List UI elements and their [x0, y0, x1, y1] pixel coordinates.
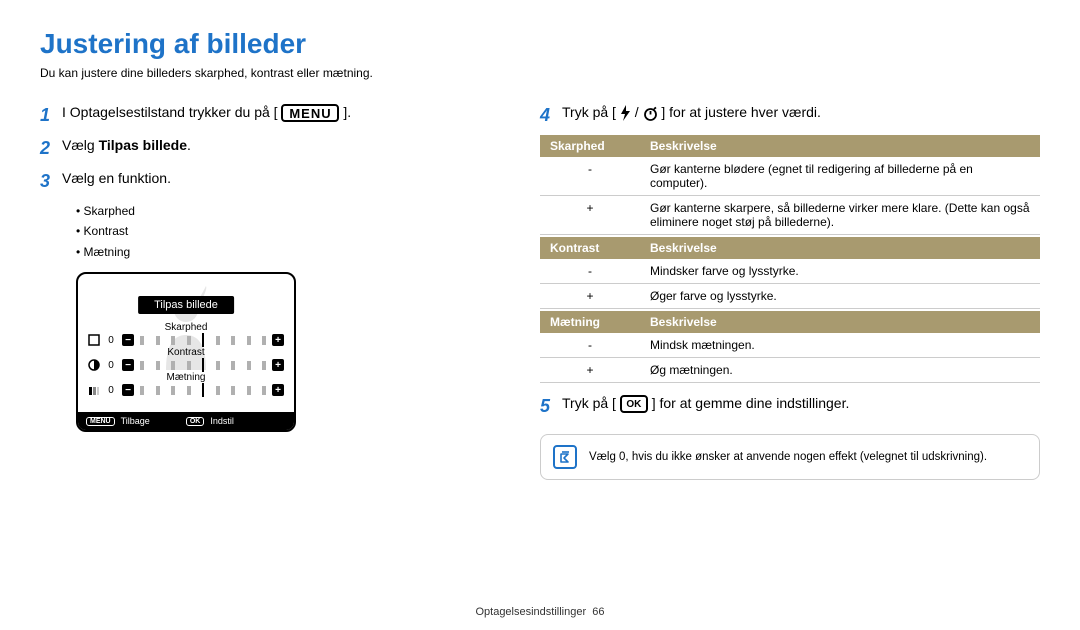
table-header: Kontrast [540, 237, 640, 259]
step-4-pre: Tryk på [ [562, 104, 616, 120]
slider-row: 0 − + [88, 359, 284, 371]
step-4-slash: / [635, 104, 639, 120]
slider-value: 0 [106, 385, 116, 396]
menu-button-graphic: MENU [281, 104, 339, 122]
minus-icon: − [122, 384, 134, 396]
table-row: -Gør kanterne blødere (egnet til rediger… [540, 157, 1040, 196]
plus-icon: + [272, 359, 284, 371]
step-3-text: Vælg en funktion. [62, 168, 171, 189]
table-header: Mætning [540, 311, 640, 333]
page-title: Justering af billeder [40, 28, 1040, 60]
timer-icon [643, 106, 658, 121]
note-icon [553, 445, 577, 469]
slider-ticks [140, 360, 266, 370]
step-2-post: . [187, 137, 191, 153]
table-row: -Mindsk mætningen. [540, 333, 1040, 358]
step-number: 1 [40, 102, 62, 129]
step-2: 2 Vælg Tilpas billede. [40, 135, 470, 162]
table-row: +Øg mætningen. [540, 358, 1040, 383]
list-item: Kontrast [76, 221, 470, 241]
step-number: 2 [40, 135, 62, 162]
description-table: MætningBeskrivelse-Mindsk mætningen.+Øg … [540, 311, 1040, 383]
menu-mini-icon: MENU [86, 417, 115, 426]
sharpness-icon [88, 334, 100, 346]
table-cell-text: Øg mætningen. [640, 358, 1040, 383]
step-1: 1 I Optagelsestilstand trykker du på [ M… [40, 102, 470, 129]
step-number: 4 [540, 102, 562, 129]
table-cell-sign: + [540, 284, 640, 309]
step-2-pre: Vælg [62, 137, 99, 153]
set-label: Indstil [210, 416, 234, 426]
table-header: Skarphed [540, 135, 640, 157]
note-box: Vælg 0, hvis du ikke ønsker at anvende n… [540, 434, 1040, 480]
footer-section: Optagelsesindstillinger [475, 606, 586, 618]
slider-value: 0 [106, 335, 116, 346]
screenshot-title: Tilpas billede [138, 296, 234, 314]
slider-value: 0 [106, 360, 116, 371]
table-row: +Øger farve og lysstyrke. [540, 284, 1040, 309]
step-4: 4 Tryk på [ / ] for at justere hver værd… [540, 102, 1040, 129]
contrast-icon [88, 359, 100, 371]
note-text: Vælg 0, hvis du ikke ønsker at anvende n… [589, 451, 987, 463]
table-cell-sign: - [540, 333, 640, 358]
table-header: Beskrivelse [640, 135, 1040, 157]
table-header: Beskrivelse [640, 311, 1040, 333]
slider-ticks [140, 335, 266, 345]
description-table: KontrastBeskrivelse-Mindsker farve og ly… [540, 237, 1040, 309]
slider-label: Skarphed [88, 322, 284, 333]
table-row: -Mindsker farve og lysstyrke. [540, 259, 1040, 284]
page-subtitle: Du kan justere dine billeders skarphed, … [40, 66, 1040, 80]
page-footer: Optagelsesindstillinger 66 [0, 606, 1080, 618]
ok-button-graphic: OK [620, 395, 648, 413]
step-1-text-pre: I Optagelsestilstand trykker du på [ [62, 104, 278, 120]
slider-ticks [140, 385, 266, 395]
table-cell-sign: - [540, 157, 640, 196]
slider-label: Kontrast [88, 347, 284, 358]
table-cell-text: Mindsk mætningen. [640, 333, 1040, 358]
screenshot-footer: MENU Tilbage OK Indstil [78, 412, 294, 430]
slider-row: 0 − + [88, 384, 284, 396]
step-5-post: ] for at gemme dine indstillinger. [652, 395, 850, 411]
footer-page-number: 66 [592, 606, 604, 618]
description-table: SkarphedBeskrivelse-Gør kanterne blødere… [540, 135, 1040, 235]
step-2-bold: Tilpas billede [99, 137, 187, 153]
back-label: Tilbage [121, 416, 150, 426]
flash-icon [620, 105, 631, 121]
bullet-list: Skarphed Kontrast Mætning [76, 201, 470, 262]
minus-icon: − [122, 359, 134, 371]
step-1-text-post: ]. [343, 104, 351, 120]
table-cell-text: Mindsker farve og lysstyrke. [640, 259, 1040, 284]
slider-label: Mætning [88, 372, 284, 383]
ok-mini-icon: OK [186, 417, 205, 426]
menu-label: MENU [289, 104, 331, 124]
table-cell-text: Øger farve og lysstyrke. [640, 284, 1040, 309]
step-number: 3 [40, 168, 62, 195]
step-5-pre: Tryk på [ [562, 395, 616, 411]
saturation-icon [88, 384, 100, 396]
table-cell-sign: + [540, 358, 640, 383]
plus-icon: + [272, 334, 284, 346]
step-3: 3 Vælg en funktion. [40, 168, 470, 195]
minus-icon: − [122, 334, 134, 346]
table-cell-sign: - [540, 259, 640, 284]
list-item: Skarphed [76, 201, 470, 221]
table-cell-sign: + [540, 196, 640, 235]
step-4-post: ] for at justere hver værdi. [661, 104, 821, 120]
step-5: 5 Tryk på [ OK ] for at gemme dine indst… [540, 393, 1040, 420]
table-cell-text: Gør kanterne blødere (egnet til redigeri… [640, 157, 1040, 196]
table-cell-text: Gør kanterne skarpere, så billederne vir… [640, 196, 1040, 235]
table-row: +Gør kanterne skarpere, så billederne vi… [540, 196, 1040, 235]
slider-row: 0 − + [88, 334, 284, 346]
table-header: Beskrivelse [640, 237, 1040, 259]
plus-icon: + [272, 384, 284, 396]
step-number: 5 [540, 393, 562, 420]
camera-screenshot: Tilpas billede Skarphed 0 − + Kontrast [76, 272, 296, 432]
list-item: Mætning [76, 242, 470, 262]
